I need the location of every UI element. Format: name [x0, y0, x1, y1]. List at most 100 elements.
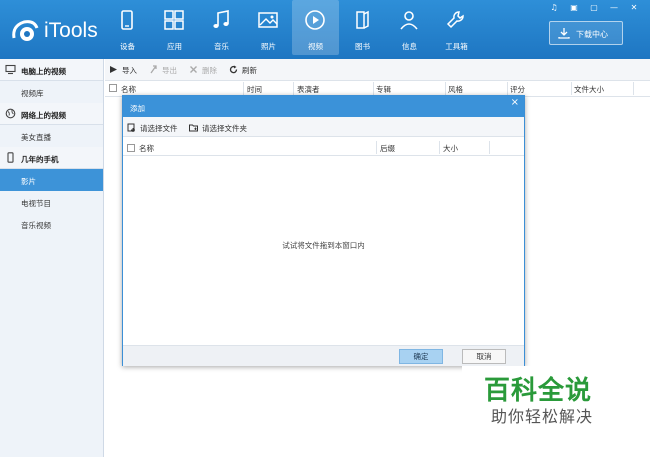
dialog-title-bar[interactable]: 添加 ×: [123, 96, 524, 117]
delete-x-icon: [190, 66, 197, 73]
sidebar: 电脑上的视频 视频库 网络上的视频 美女直播 几年的手机 影片 电视节目 音乐视…: [0, 59, 104, 457]
close-icon[interactable]: ✕: [624, 2, 644, 14]
col-rating[interactable]: 评分: [510, 84, 525, 95]
nav-video[interactable]: 视频: [292, 0, 339, 55]
nav-apps-label: 应用: [167, 42, 182, 51]
dialog-close-icon[interactable]: ×: [511, 97, 519, 108]
watermark-title: 百科全说: [484, 376, 593, 406]
dialog-title: 添加: [130, 104, 145, 113]
main-nav: 设备 应用 音乐 照片 视频 图书 信息 工具箱: [104, 0, 480, 55]
nav-books[interactable]: 图书: [339, 0, 386, 55]
col-divider: [489, 141, 490, 154]
book-icon: [356, 10, 369, 29]
delete-label: 删除: [202, 66, 217, 75]
col-divider: [571, 82, 572, 95]
nav-music[interactable]: 音乐: [198, 0, 245, 55]
cancel-button[interactable]: 取消: [462, 349, 506, 364]
nav-video-label: 视频: [308, 42, 323, 51]
ok-button[interactable]: 确定: [399, 349, 443, 364]
person-icon: [400, 11, 418, 30]
sidebar-section-online-video[interactable]: 网络上的视频: [0, 103, 103, 125]
restore-icon[interactable]: ▢: [584, 2, 604, 14]
col-divider: [439, 141, 440, 154]
add-file-icon: [127, 123, 135, 132]
sidebar-section-label: 几年的手机: [21, 155, 59, 164]
top-bar: iTools 设备 应用 音乐 照片 视频 图书 信息 工具箱 ♫ ▣ ▢ — …: [0, 0, 650, 59]
sidebar-item-tv-shows[interactable]: 电视节目: [0, 191, 103, 213]
app-logo: iTools: [6, 14, 106, 48]
apps-grid-icon: [164, 10, 184, 30]
nav-info[interactable]: 信息: [386, 0, 433, 55]
dialog-toolbar: 请选择文件 请选择文件夹: [123, 117, 524, 137]
col-name[interactable]: 名称: [121, 84, 136, 95]
phone-icon: [7, 152, 14, 163]
skin-music-icon[interactable]: ♫: [544, 2, 564, 14]
feedback-icon[interactable]: ▣: [564, 2, 584, 14]
import-icon: [110, 66, 117, 73]
sidebar-section-pc-video[interactable]: 电脑上的视频: [0, 59, 103, 81]
phone-icon: [121, 10, 133, 30]
select-file-label: 请选择文件: [140, 124, 178, 133]
col-divider: [445, 82, 446, 95]
add-dialog: 添加 × 请选择文件 请选择文件夹 名称 后缀 大小 试试将文件拖到本窗口内 确…: [122, 95, 525, 366]
sidebar-item-movies[interactable]: 影片: [0, 169, 103, 191]
nav-toolbox-label: 工具箱: [445, 42, 468, 51]
download-icon: [558, 28, 570, 39]
music-note-icon: [213, 10, 229, 28]
refresh-icon: [229, 65, 238, 74]
nav-device-label: 设备: [120, 42, 135, 51]
nav-device[interactable]: 设备: [104, 0, 151, 55]
col-time[interactable]: 时间: [247, 84, 262, 95]
main-toolbar: 导入 导出 删除 刷新: [105, 59, 650, 81]
dialog-col-name[interactable]: 名称: [139, 143, 154, 154]
picture-icon: [258, 12, 278, 28]
dialog-select-all-checkbox[interactable]: [127, 144, 135, 152]
col-divider: [373, 82, 374, 95]
nav-books-label: 图书: [355, 42, 370, 51]
nav-photos-label: 照片: [261, 42, 276, 51]
sidebar-item-label: 影片: [21, 177, 36, 186]
nav-music-label: 音乐: [214, 42, 229, 51]
col-divider: [507, 82, 508, 95]
window-controls: ♫ ▣ ▢ — ✕: [544, 2, 644, 14]
sidebar-section-label: 电脑上的视频: [21, 67, 66, 76]
minimize-icon[interactable]: —: [604, 2, 624, 14]
col-divider: [376, 141, 377, 154]
col-file-size[interactable]: 文件大小: [574, 84, 604, 95]
itools-logo-icon: [12, 20, 39, 41]
wrench-icon: [446, 11, 464, 29]
col-divider: [243, 82, 244, 95]
col-divider: [293, 82, 294, 95]
dialog-col-extension[interactable]: 后缀: [380, 143, 395, 154]
nav-photos[interactable]: 照片: [245, 0, 292, 55]
col-album[interactable]: 专辑: [376, 84, 391, 95]
dialog-file-list-header: 名称 后缀 大小: [123, 140, 524, 156]
sidebar-item-label: 美女直播: [21, 133, 51, 142]
globe-icon: [5, 108, 16, 119]
col-performer[interactable]: 表演者: [297, 84, 320, 95]
export-label: 导出: [162, 66, 177, 75]
sidebar-section-phone[interactable]: 几年的手机: [0, 147, 103, 169]
nav-info-label: 信息: [402, 42, 417, 51]
select-all-checkbox[interactable]: [109, 84, 117, 92]
nav-toolbox[interactable]: 工具箱: [433, 0, 480, 55]
watermark-subtitle: 助你轻松解决: [491, 407, 594, 426]
sidebar-item-video-library[interactable]: 视频库: [0, 81, 103, 103]
sidebar-item-label: 音乐视频: [21, 221, 51, 230]
col-genre[interactable]: 风格: [448, 84, 463, 95]
download-center-button[interactable]: 下载中心: [549, 21, 623, 45]
add-folder-icon: [189, 124, 198, 132]
drop-hint: 试试将文件拖到本窗口内: [282, 241, 365, 250]
sidebar-item-live-stream[interactable]: 美女直播: [0, 125, 103, 147]
monitor-icon: [5, 64, 16, 75]
sidebar-item-music-videos[interactable]: 音乐视频: [0, 213, 103, 235]
import-label: 导入: [122, 66, 137, 75]
play-circle-icon: [305, 10, 325, 30]
sidebar-item-label: 电视节目: [21, 199, 51, 208]
nav-apps[interactable]: 应用: [151, 0, 198, 55]
dialog-footer: 确定 取消: [123, 345, 524, 366]
refresh-label: 刷新: [242, 66, 257, 75]
export-icon: [150, 65, 157, 74]
dialog-col-size[interactable]: 大小: [443, 143, 458, 154]
sidebar-section-label: 网络上的视频: [21, 111, 66, 120]
